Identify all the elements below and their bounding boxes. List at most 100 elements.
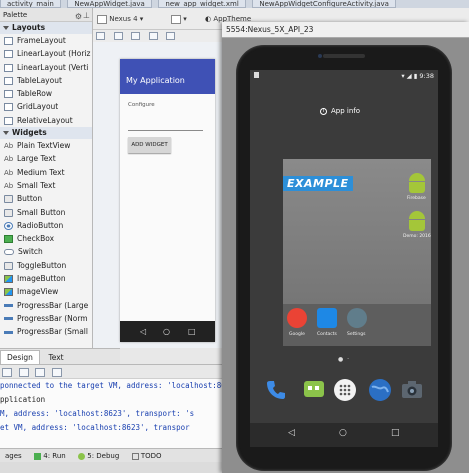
palette-item-label: RelativeLayout [17,115,73,125]
home-icon[interactable]: ○ [339,428,347,438]
palette-item-label: CheckBox [17,234,55,244]
configure-label: Configure [128,102,155,108]
info-icon: i [320,107,327,115]
editor-tab[interactable]: activity_main [0,0,61,8]
palette-item-label: ToggleButton [17,260,67,270]
app-drawer-icon[interactable] [333,378,357,402]
app-label: Demo: 2016 [403,234,431,239]
recents-icon[interactable]: □ [391,428,400,438]
camera-icon [318,54,322,58]
section-label: Widgets [12,128,47,138]
phone-icon[interactable] [264,378,288,402]
settings-icon [347,308,367,328]
status-time: 9:38 [419,72,434,80]
tab-design[interactable]: Design [0,350,40,364]
textview-icon: Ab [4,168,14,177]
toggle-icon [4,261,13,270]
console-tool-icon[interactable] [2,368,12,377]
editor-tab[interactable]: NewAppWidget.java [67,0,152,8]
add-widget-button[interactable]: ADD WIDGET [128,137,171,153]
palette-item[interactable]: Small Button [0,206,92,219]
hangouts-icon[interactable] [302,378,326,402]
gear-icon[interactable]: ⚙ [75,10,82,24]
android-icon [407,173,427,193]
palette-item[interactable]: RelativeLayout [0,114,92,127]
image-button-icon [4,275,13,284]
palette-item[interactable]: Ab Medium Text [0,166,92,179]
device-frame: ▾ ◢ ▮ 9:38 i App info EXAMPLE Firebase De… [236,45,452,471]
layout-preview[interactable]: My Application Configure ADD WIDGET ◁ ○ … [120,59,215,342]
palette-item[interactable]: ImageView [0,285,92,298]
preview-icon[interactable] [148,32,158,40]
palette-section-widgets[interactable]: Widgets [0,127,92,140]
tab-text[interactable]: Text [42,351,69,365]
palette-item-label: ProgressBar (Norm [17,313,88,323]
tool-window-messages[interactable]: ages [0,449,27,463]
palette-item[interactable]: LinearLayout (Verti [0,61,92,74]
palette-item[interactable]: ProgressBar (Norm [0,312,92,325]
palette-item[interactable]: CheckBox [0,232,92,245]
palette-item[interactable]: GridLayout [0,100,92,113]
tool-label: TODO [140,452,162,460]
textview-icon: Ab [4,142,14,151]
palette-item[interactable]: Button [0,192,92,205]
tool-label: 4: Run [43,452,66,460]
console-tool-icon[interactable] [18,368,29,377]
layout-icon [4,63,13,72]
edit-text-field[interactable] [128,130,203,131]
palette-item-label: GridLayout [17,102,59,112]
palette-item[interactable]: FrameLayout [0,34,92,47]
palette-item-label: Small Button [17,207,66,217]
palette-header: Palette ⚙ ⊥ [0,8,92,22]
preview-icon[interactable] [131,32,141,40]
device-selector[interactable]: Nexus 4 ▾ [97,12,143,26]
palette-item[interactable]: Ab Large Text [0,152,92,165]
tool-label: 5: Debug [87,452,120,460]
palette-item-label: LinearLayout (Verti [17,62,89,72]
app-info-label: App info [331,107,361,115]
palette-item[interactable]: TableRow [0,87,92,100]
palette-item[interactable]: RadioButton [0,219,92,232]
emulator-window: 5554:Nexus_5X_API_23 ▾ ◢ ▮ 9:38 i App inf… [222,22,469,473]
status-bar: ▾ ◢ ▮ 9:38 [250,70,438,82]
browser-icon[interactable] [368,378,392,402]
palette-item-label: ImageView [17,287,59,297]
back-icon[interactable]: ◁ [288,428,295,438]
palette-item[interactable]: TableLayout [0,74,92,87]
progress-bar-icon [4,330,13,334]
pin-icon[interactable]: ⊥ [83,9,90,23]
contacts-icon [317,308,337,328]
device-label: Nexus 4 [109,15,138,23]
orientation-selector[interactable]: ▾ [171,12,187,26]
palette-item-label: RadioButton [17,220,64,230]
widget-preview[interactable]: EXAMPLE Firebase Demo: 2016 Google Conta… [283,159,431,346]
button-icon [4,195,13,204]
palette-item[interactable]: ToggleButton [0,259,92,272]
device-screen[interactable]: ▾ ◢ ▮ 9:38 i App info EXAMPLE Firebase De… [250,70,438,447]
palette-item[interactable]: LinearLayout (Horiz [0,47,92,60]
editor-tab[interactable]: NewAppWidgetConfigureActivity.java [252,0,396,8]
palette-item[interactable]: Ab Small Text [0,179,92,192]
palette-item[interactable]: Ab Plain TextView [0,139,92,152]
palette-item[interactable]: ProgressBar (Large [0,299,92,312]
app-label: Settings [347,332,366,337]
console-tool-icon[interactable] [51,368,62,377]
console-tool-icon[interactable] [35,368,46,377]
preview-icon[interactable] [96,32,105,40]
tool-window-todo[interactable]: TODO [127,449,167,463]
preview-icon[interactable] [113,32,123,40]
checkbox-icon [4,235,13,244]
textview-icon: Ab [4,155,14,164]
palette-item[interactable]: ProgressBar (Small [0,325,92,338]
editor-tab[interactable]: new_app_widget.xml [158,0,246,8]
palette-item[interactable]: Switch [0,245,92,258]
tool-label: ages [5,452,22,460]
camera-app-icon[interactable] [400,378,424,402]
example-widget[interactable]: EXAMPLE [283,176,353,191]
palette-item[interactable]: ImageButton [0,272,92,285]
tool-window-debug[interactable]: 5: Debug [73,449,124,463]
tool-window-run[interactable]: 4: Run [29,449,70,463]
preview-icon[interactable] [166,32,176,40]
app-info-button[interactable]: i App info [320,107,360,115]
nav-bar: ◁ ○ □ [250,423,438,447]
